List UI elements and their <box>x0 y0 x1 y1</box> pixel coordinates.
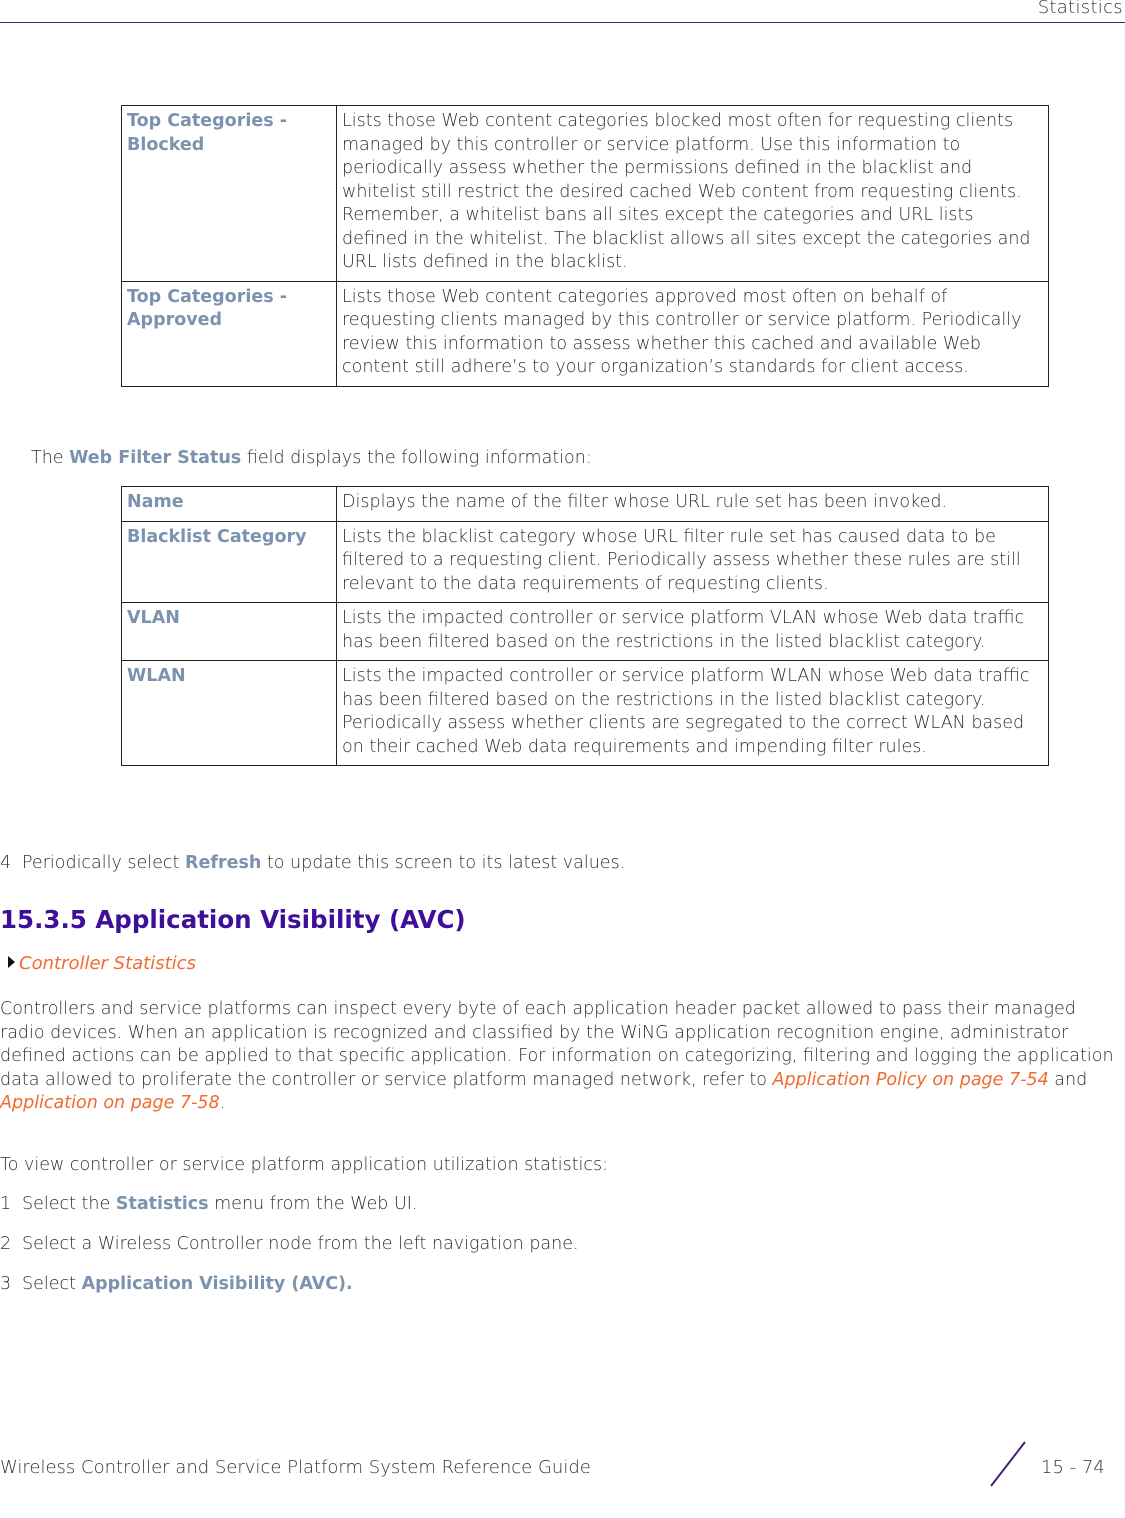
table-row: WLAN Lists the impacted controller or se… <box>121 660 1049 766</box>
web-filter-intro: The Web Filter Status field displays the… <box>31 448 592 468</box>
breadcrumb[interactable]: Controller Statistics <box>8 953 196 974</box>
footer-page-number: 15 - 74 <box>1041 1457 1105 1478</box>
refresh-term: Refresh <box>184 853 262 873</box>
term-cell: WLAN <box>121 660 337 766</box>
desc-cell: Lists those Web content categories block… <box>336 105 1049 282</box>
table-row: Blacklist Category Lists the blacklist c… <box>121 520 1049 603</box>
table-row: VLAN Lists the impacted controller or se… <box>121 602 1049 661</box>
avc-intro-paragraph: Controllers and service platforms can in… <box>0 999 1114 1113</box>
desc-cell: Lists the impacted controller or service… <box>336 602 1049 661</box>
footer-guide-title: Wireless Controller and Service Platform… <box>0 1457 591 1478</box>
header-rule <box>0 22 1125 23</box>
top-categories-table: Top Categories - Blocked Lists those Web… <box>121 105 1049 387</box>
avc-term: Application Visibility (AVC). <box>81 1274 353 1294</box>
term-cell: Top Categories - Blocked <box>121 105 337 282</box>
web-filter-status-table: Name Displays the name of the filter who… <box>121 486 1049 766</box>
step-1: 1 Select the Statistics menu from the Web… <box>0 1194 418 1214</box>
step-2: 2 Select a Wireless Controller node from … <box>0 1234 579 1254</box>
term-cell: Blacklist Category <box>121 520 337 603</box>
breadcrumb-arrow-icon <box>8 956 15 968</box>
term-cell: VLAN <box>121 602 337 661</box>
avc-view-instructions: To view controller or service platform a… <box>0 1155 609 1175</box>
statistics-term: Statistics <box>115 1194 209 1214</box>
step-3: 3 Select Application Visibility (AVC). <box>0 1274 353 1294</box>
breadcrumb-link[interactable]: Controller Statistics <box>19 953 196 974</box>
section-heading: 15.3.5 Application Visibility (AVC) <box>0 905 466 934</box>
table-row: Top Categories - Approved Lists those We… <box>121 280 1049 387</box>
desc-cell: Lists the impacted controller or service… <box>336 660 1049 766</box>
web-filter-status-term: Web Filter Status <box>69 448 242 468</box>
desc-cell: Lists those Web content categories appro… <box>336 280 1049 387</box>
desc-cell: Displays the name of the filter whose UR… <box>336 486 1049 522</box>
term-cell: Name <box>121 486 337 522</box>
step-4: 4 Periodically select Refresh to update t… <box>0 853 626 873</box>
footer-slash-icon <box>990 1441 1026 1487</box>
table-row: Name Displays the name of the filter who… <box>121 486 1049 522</box>
application-link[interactable]: Application on page 7-58 <box>0 1093 220 1113</box>
desc-cell: Lists the blacklist category whose URL f… <box>336 520 1049 603</box>
table-row: Top Categories - Blocked Lists those Web… <box>121 105 1049 282</box>
application-policy-link[interactable]: Application Policy on page 7-54 <box>772 1070 1048 1090</box>
term-cell: Top Categories - Approved <box>121 280 337 387</box>
page-header-title: Statistics <box>1037 0 1123 18</box>
